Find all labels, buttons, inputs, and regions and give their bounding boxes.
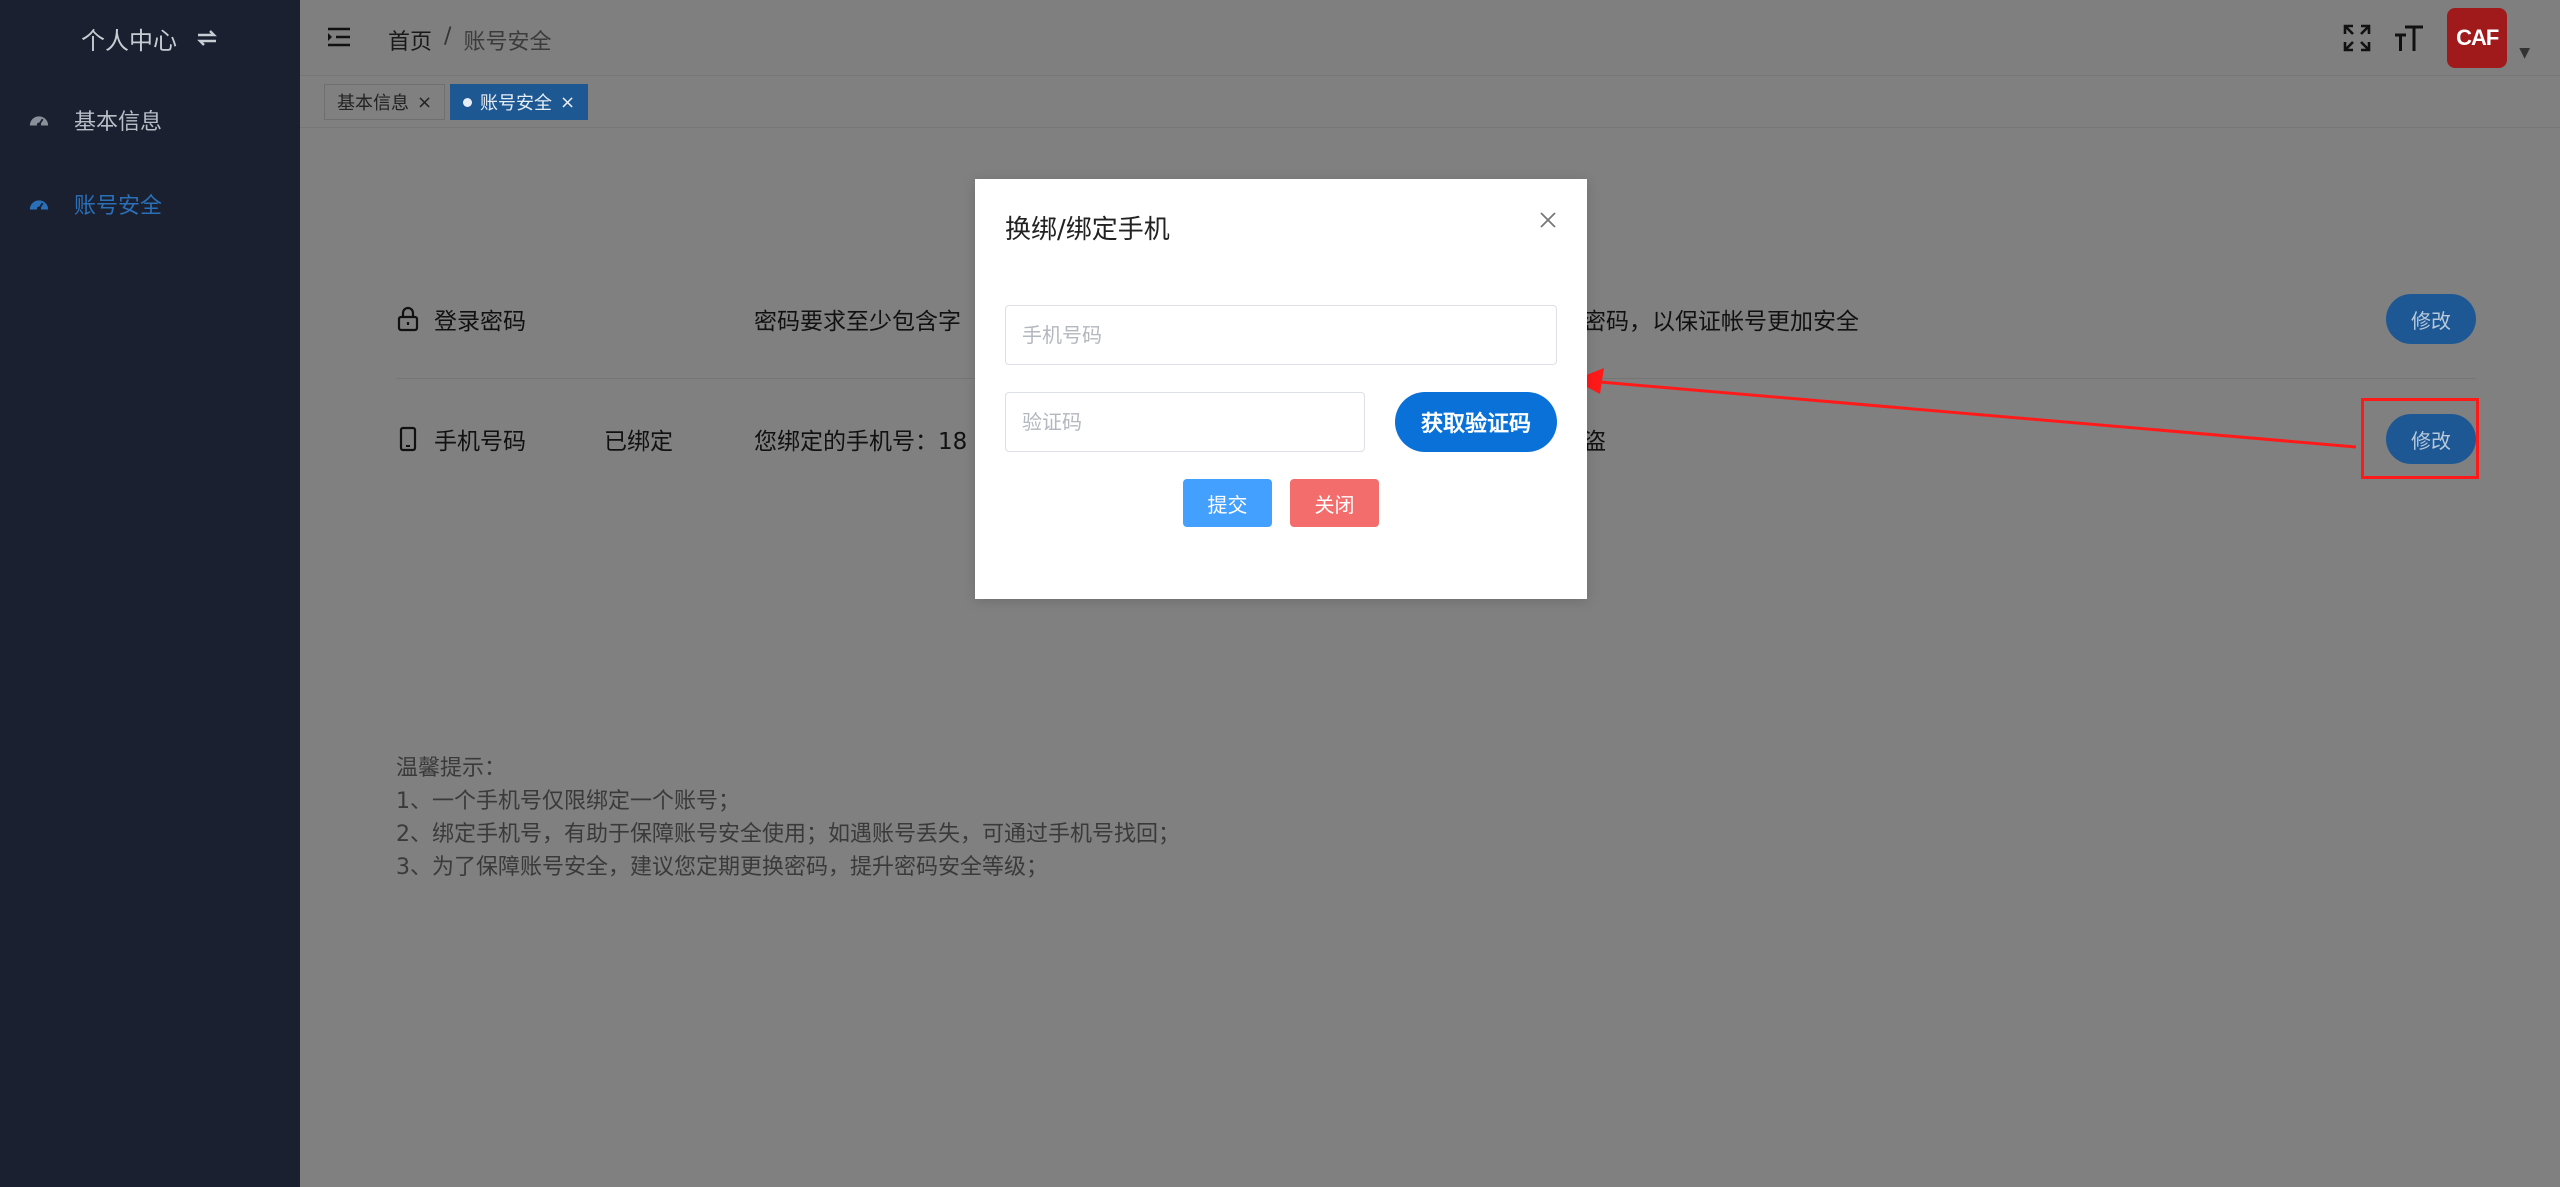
tips-line: 2、绑定手机号，有助于保障账号安全使用；如遇账号丢失，可通过手机号找回； (396, 822, 1180, 847)
tag-label: 账号安全 (480, 93, 552, 114)
sidebar-title: 个人中心 (81, 26, 177, 55)
verification-code-input[interactable] (1005, 392, 1365, 452)
avatar-text: CAF (2456, 25, 2499, 50)
switch-icon[interactable] (195, 27, 219, 49)
tag-account-security[interactable]: 账号安全 × (450, 84, 589, 120)
tag-basic-info[interactable]: 基本信息 × (324, 84, 446, 120)
phone-status: 已绑定 (604, 429, 673, 455)
top-bar: 首页 / 账号安全 CAF ▼ (300, 0, 2560, 76)
sidebar-item-account-security[interactable]: 账号安全 (28, 188, 162, 220)
password-desc-left: 密码要求至少包含字 (754, 309, 961, 335)
dialog-title: 换绑/绑定手机 (1005, 215, 1170, 245)
tips: 温馨提示： 1、一个手机号仅限绑定一个账号； 2、绑定手机号，有助于保障账号安全… (396, 752, 1180, 884)
tips-line: 1、一个手机号仅限绑定一个账号； (396, 789, 740, 814)
sidebar: 个人中心 基本信息 账号安全 (0, 0, 300, 1187)
sidebar-item-label: 基本信息 (74, 110, 163, 135)
chevron-down-icon[interactable]: ▼ (2519, 45, 2530, 61)
avatar[interactable]: CAF (2447, 8, 2508, 68)
tags-bar: 基本信息 × 账号安全 × (300, 76, 2560, 128)
tag-label: 基本信息 (337, 93, 409, 114)
sidebar-header: 个人中心 (0, 0, 300, 76)
phone-title: 手机号码 (434, 429, 526, 455)
annotation-highlight-box (2361, 398, 2479, 479)
tips-line: 3、为了保障账号安全，建议您定期更换密码，提升密码安全等级； (396, 855, 1048, 880)
close-icon[interactable]: × (417, 92, 432, 113)
mobile-phone-icon (399, 426, 417, 452)
edit-password-button[interactable]: 修改 (2386, 294, 2476, 344)
active-dot-icon (463, 97, 472, 107)
password-title: 登录密码 (434, 309, 526, 335)
sidebar-item-label: 账号安全 (74, 194, 163, 219)
breadcrumb-current: 账号安全 (463, 30, 552, 55)
phone-desc-left: 您绑定的手机号：18 (754, 429, 968, 455)
menu-toggle-icon[interactable] (326, 24, 352, 50)
breadcrumb-home[interactable]: 首页 (388, 24, 432, 56)
phone-number-input[interactable] (1005, 305, 1557, 365)
dashboard-icon (29, 200, 49, 211)
fullscreen-icon[interactable] (2343, 24, 2371, 52)
tips-heading: 温馨提示： (396, 756, 507, 781)
get-code-button[interactable]: 获取验证码 (1395, 392, 1557, 452)
font-size-icon[interactable] (2393, 23, 2425, 53)
breadcrumb: 首页 / 账号安全 (388, 24, 551, 56)
close-icon[interactable] (1539, 211, 1557, 229)
sidebar-item-basic-info[interactable]: 基本信息 (28, 104, 162, 136)
close-button[interactable]: 关闭 (1290, 479, 1379, 527)
top-right-tools: CAF ▼ (2343, 8, 2530, 68)
breadcrumb-separator: / (444, 24, 452, 49)
dashboard-icon (29, 116, 49, 127)
submit-button[interactable]: 提交 (1183, 479, 1272, 527)
lock-icon (397, 306, 419, 332)
password-desc-right: 密码，以保证帐号更加安全 (1583, 309, 1859, 335)
close-icon[interactable]: × (560, 92, 575, 113)
bind-phone-dialog: 换绑/绑定手机 获取验证码 提交 关闭 (975, 179, 1587, 599)
